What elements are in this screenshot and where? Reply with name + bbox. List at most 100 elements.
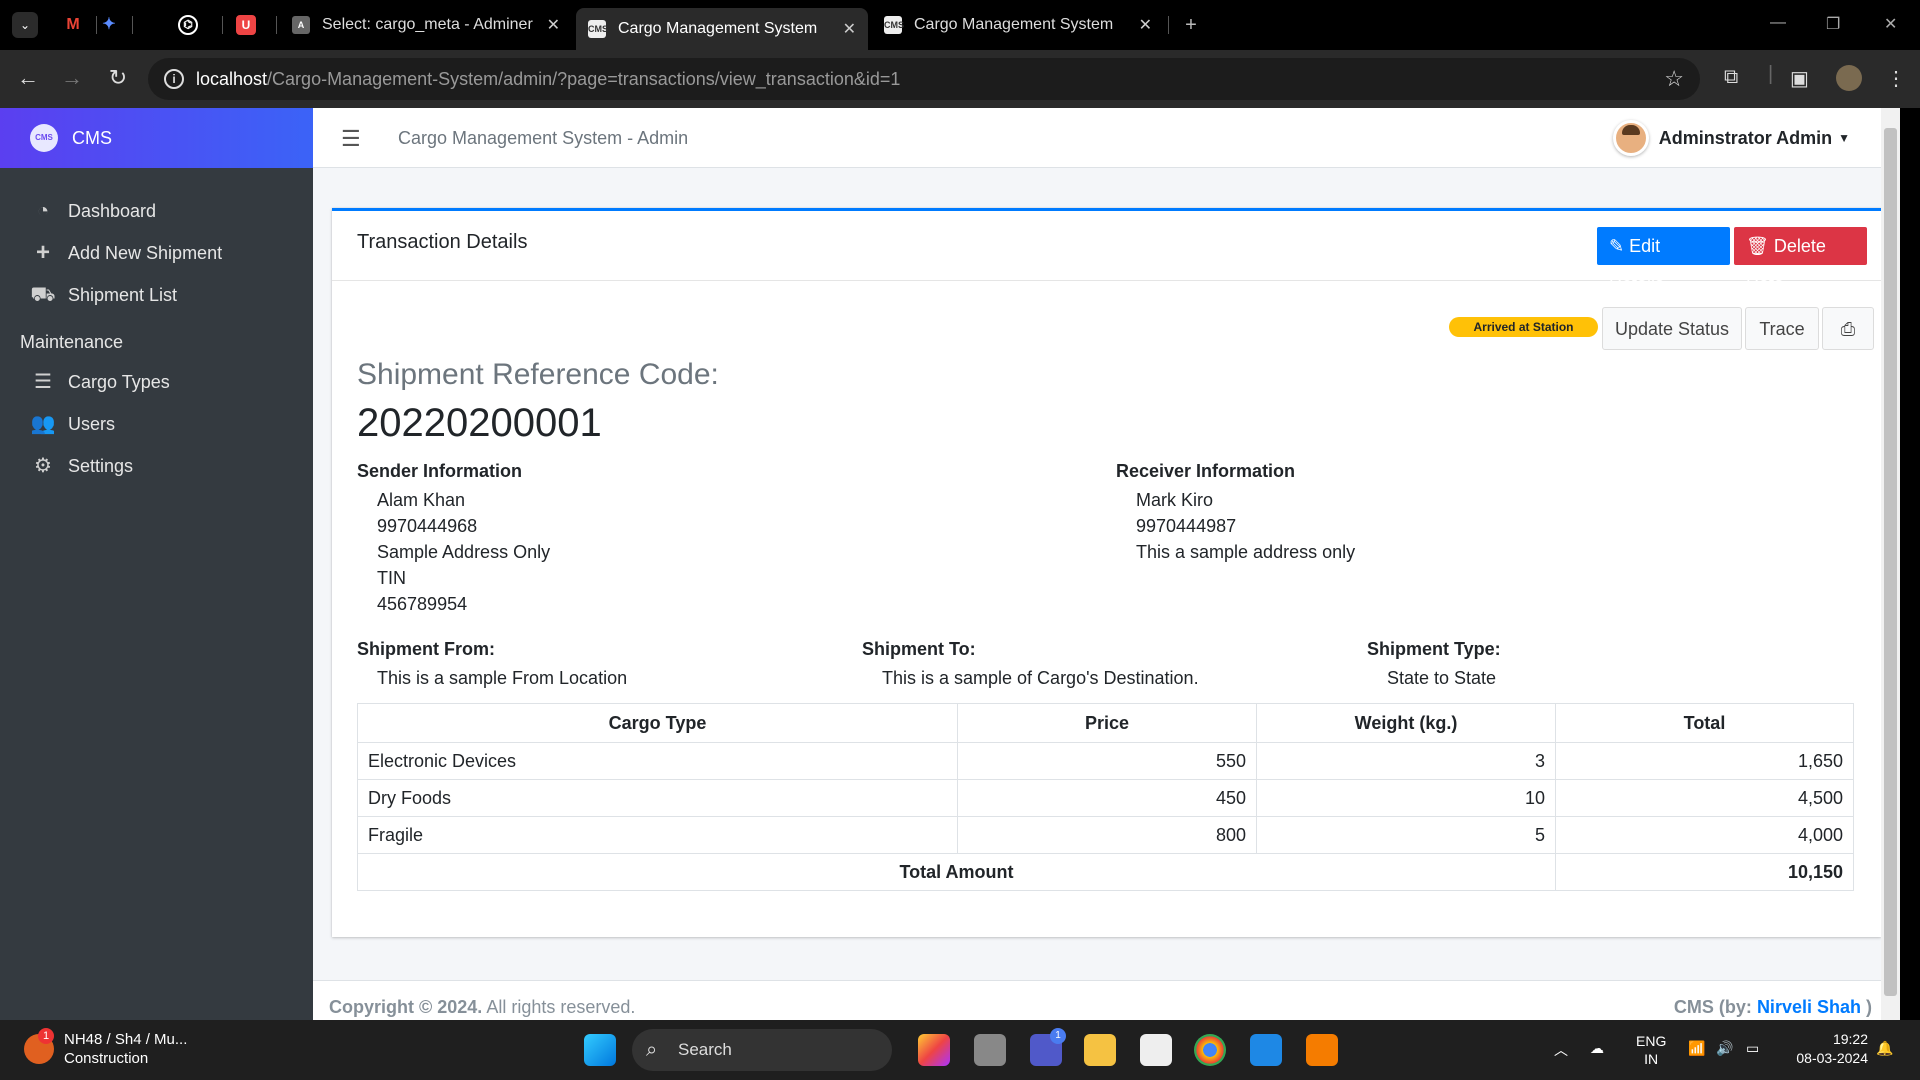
profile-avatar[interactable] xyxy=(1836,65,1862,91)
trace-button[interactable]: Trace xyxy=(1745,307,1819,350)
clock[interactable]: 19:22 08-03-2024 xyxy=(1796,1030,1868,1068)
restore-icon[interactable]: ❐ xyxy=(1826,14,1840,34)
bookmark-star-icon[interactable]: ☆ xyxy=(1664,58,1684,100)
sidebar-item-add-shipment[interactable]: + Add New Shipment xyxy=(0,232,313,274)
copyright-text: Copyright © 2024. xyxy=(329,997,483,1017)
close-icon[interactable]: ✕ xyxy=(843,19,856,39)
transaction-card: Transaction Details ✎ Edit Details 🗑 Del… xyxy=(332,208,1881,937)
notification-badge: 1 xyxy=(38,1028,54,1044)
gemini-pinned-tab[interactable]: ✦ xyxy=(98,14,120,36)
back-icon[interactable]: ← xyxy=(14,65,42,91)
close-icon[interactable]: ✕ xyxy=(547,15,560,35)
volume-icon[interactable]: 🔊 xyxy=(1716,1040,1733,1057)
table-row: Fragile 800 5 4,000 xyxy=(357,816,1854,854)
sidebar-item-dashboard[interactable]: ◔ Dashboard xyxy=(0,190,313,232)
cms-logo: CMS xyxy=(30,124,58,152)
user-name: Adminstrator Admin xyxy=(1658,127,1833,148)
footer-credit: CMS (by: Nirveli Shah ) xyxy=(1674,997,1872,1018)
delete-data-button[interactable]: 🗑 Delete Data xyxy=(1734,227,1867,294)
battery-icon[interactable]: ▭ xyxy=(1746,1040,1759,1057)
side-panel-icon[interactable]: ▣ xyxy=(1790,66,1809,91)
caret-down-icon: ▼ xyxy=(1838,131,1850,145)
page-scrollbar[interactable] xyxy=(1881,108,1900,1020)
windows-start-icon[interactable] xyxy=(584,1034,616,1066)
sidebar-item-shipment-list[interactable]: ⛟ Shipment List xyxy=(0,274,313,316)
total-cell: 4,500 xyxy=(1555,779,1854,817)
tab-cargo-active[interactable]: CMS Cargo Management System ✕ xyxy=(576,8,868,50)
table-header-row: Cargo Type Price Weight (kg.) Total xyxy=(357,703,1854,743)
weight-cell: 5 xyxy=(1256,816,1556,854)
reference-code: 20220200001 xyxy=(357,401,602,445)
user-dropdown[interactable]: Adminstrator Admin ▼ xyxy=(1612,120,1850,156)
weather-widget[interactable]: 1 NH48 / Sh4 / Mu... Construction xyxy=(24,1028,187,1068)
tab-search-dropdown[interactable]: ⌄ xyxy=(12,12,38,38)
maintenance-header: Maintenance xyxy=(20,332,124,352)
chrome-icon[interactable] xyxy=(1194,1034,1226,1066)
truck-loading-icon: ⛟ xyxy=(30,284,56,306)
cogs-icon: ⚙ xyxy=(34,455,52,477)
credit-suffix: ) xyxy=(1866,997,1872,1017)
file-explorer-icon[interactable] xyxy=(1084,1034,1116,1066)
new-tab-icon[interactable]: + xyxy=(1180,14,1202,36)
forward-icon[interactable]: → xyxy=(58,65,86,91)
url-field[interactable]: i localhost/Cargo-Management-System/admi… xyxy=(148,58,1700,100)
onedrive-icon[interactable]: ☁ xyxy=(1590,1040,1604,1057)
shipment-to: Shipment To: This is a sample of Cargo's… xyxy=(862,639,1199,691)
tab-separator xyxy=(276,16,277,34)
sender-name: Alam Khan xyxy=(377,490,466,510)
wifi-icon[interactable]: 📶 xyxy=(1688,1040,1705,1057)
page-footer: Copyright © 2024. All rights reserved. C… xyxy=(313,980,1900,1020)
gmail-pinned-tab[interactable]: M xyxy=(62,14,84,36)
extensions-icon[interactable]: ⧉ xyxy=(1724,66,1738,89)
teams-icon[interactable]: 1 xyxy=(1030,1028,1066,1066)
update-status-button[interactable]: Update Status xyxy=(1602,307,1742,350)
cms-favicon: CMS xyxy=(588,20,608,38)
close-icon[interactable]: ✕ xyxy=(1139,15,1152,35)
url-path: /Cargo-Management-System/admin/?page=tra… xyxy=(267,69,901,89)
copilot-icon[interactable] xyxy=(918,1034,950,1066)
edit-details-button[interactable]: ✎ Edit Details xyxy=(1597,227,1730,294)
sidebar-nav: ◔ Dashboard + Add New Shipment ⛟ Shipmen… xyxy=(0,168,313,487)
column-header: Cargo Type xyxy=(357,703,958,743)
credit-link[interactable]: Nirveli Shah xyxy=(1757,997,1861,1017)
snipping-tool-icon[interactable] xyxy=(1140,1034,1172,1066)
vscode-icon[interactable] xyxy=(1250,1034,1282,1066)
weight-cell: 10 xyxy=(1256,779,1556,817)
minimize-icon[interactable]: — xyxy=(1770,14,1786,32)
task-view-icon[interactable] xyxy=(974,1034,1006,1066)
main-content: ☰ Cargo Management System - Admin Admins… xyxy=(313,108,1900,1020)
sidebar-item-cargo-types[interactable]: ☰ Cargo Types xyxy=(0,361,313,403)
app-title: Cargo Management System - Admin xyxy=(398,128,689,148)
receiver-name: Mark Kiro xyxy=(1136,490,1214,510)
notification-bell-icon[interactable]: 🔔 xyxy=(1876,1040,1893,1057)
pinned-tab[interactable]: U xyxy=(236,15,256,35)
receiver-header: Receiver Information xyxy=(1116,461,1296,481)
taskbar-search[interactable]: ⌕ Search xyxy=(632,1029,892,1071)
print-button[interactable]: ⎙ xyxy=(1822,307,1874,350)
chatgpt-pinned-tab[interactable]: ⌬ xyxy=(178,15,198,35)
tab-cargo[interactable]: CMS Cargo Management System ✕ xyxy=(872,8,1164,42)
brand-link[interactable]: CMS CMS xyxy=(0,108,313,168)
browser-menu-icon[interactable]: ⋮ xyxy=(1886,66,1906,91)
total-row: Total Amount 10,150 xyxy=(357,853,1854,891)
hamburger-menu-icon[interactable]: ☰ xyxy=(341,126,361,152)
tab-adminer[interactable]: A Select: cargo_meta - Adminer ✕ xyxy=(280,8,572,42)
site-info-icon[interactable]: i xyxy=(164,69,184,89)
scrollbar-thumb[interactable] xyxy=(1884,128,1897,996)
sidebar-item-settings[interactable]: ⚙ Settings xyxy=(0,445,313,487)
reload-icon[interactable]: ↻ xyxy=(104,65,132,91)
xampp-icon[interactable] xyxy=(1306,1034,1338,1066)
tray-chevron-icon[interactable]: ︿ xyxy=(1554,1040,1568,1060)
sender-address: Sample Address Only xyxy=(377,542,551,562)
search-icon: ⌕ xyxy=(646,1039,658,1061)
tab-separator xyxy=(132,16,133,34)
sidebar-item-users[interactable]: 👥 Users xyxy=(0,403,313,445)
close-window-icon[interactable]: ✕ xyxy=(1884,14,1897,34)
address-bar-row: ← → ↻ i localhost/Cargo-Management-Syste… xyxy=(0,50,1920,108)
clock-date: 08-03-2024 xyxy=(1796,1050,1868,1066)
language-indicator[interactable]: ENG IN xyxy=(1636,1032,1666,1068)
tab-title: Select: cargo_meta - Adminer xyxy=(322,16,533,33)
language-code: ENG xyxy=(1636,1033,1667,1049)
toolbar-separator: | xyxy=(1768,63,1774,85)
credit-prefix: CMS (by: xyxy=(1673,997,1752,1017)
